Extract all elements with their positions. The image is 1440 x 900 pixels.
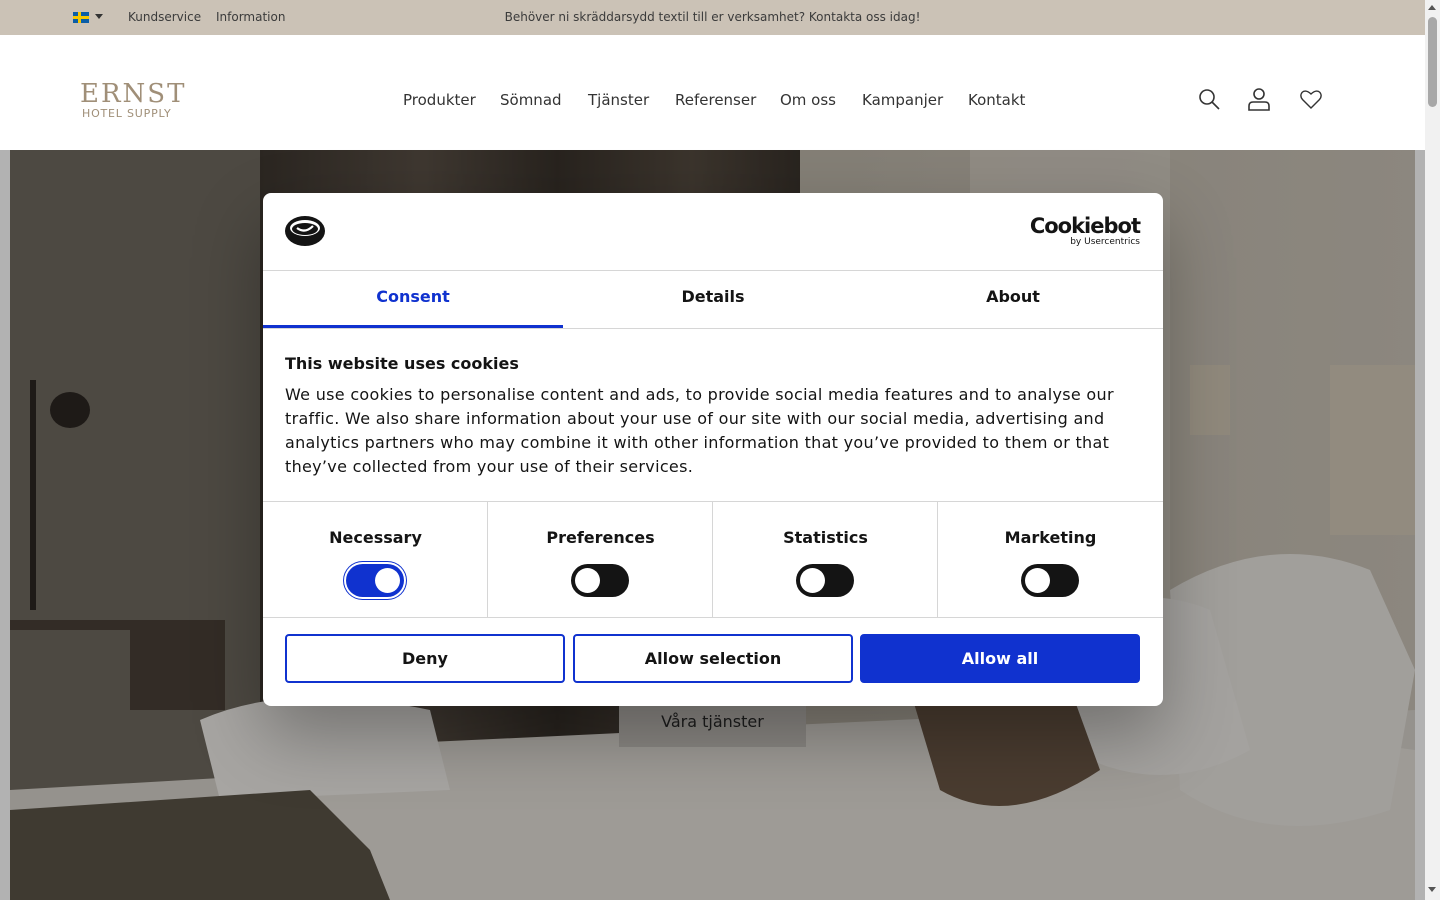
scroll-thumb[interactable] [1428, 17, 1437, 107]
toggle-label-marketing: Marketing [1004, 528, 1097, 547]
toggle-knob [1025, 568, 1050, 593]
toggle-necessary[interactable] [346, 564, 404, 597]
site-header: ERNST HOTEL SUPPLY Produkter Sömnad Tjän… [0, 35, 1425, 150]
tab-consent[interactable]: Consent [263, 271, 563, 328]
toggle-statistics[interactable] [796, 564, 854, 597]
nav-somnad[interactable]: Sömnad [500, 91, 562, 109]
cookiebot-logo: Cookiebot by Usercentrics [1029, 214, 1141, 247]
dialog-tabs: Consent Details About [263, 271, 1163, 329]
search-icon[interactable] [1197, 87, 1221, 111]
promo-text[interactable]: Behöver ni skräddarsydd textil till er v… [0, 10, 1425, 24]
dialog-title: This website uses cookies [285, 354, 519, 373]
dialog-description: We use cookies to personalise content an… [285, 385, 1114, 476]
toggle-knob [800, 568, 825, 593]
nav-kampanjer[interactable]: Kampanjer [862, 91, 943, 109]
allow-selection-button[interactable]: Allow selection [573, 634, 853, 683]
nav-om-oss[interactable]: Om oss [780, 91, 836, 109]
toggle-group-statistics: Statistics [713, 502, 938, 618]
wishlist-heart-icon[interactable] [1299, 87, 1323, 111]
cookiebot-brand: Cookiebot [1029, 214, 1141, 238]
scroll-down-arrow-icon[interactable] [1428, 887, 1436, 892]
toggle-knob [375, 568, 400, 593]
toggle-label-statistics: Statistics [783, 528, 868, 547]
toggle-label-preferences: Preferences [546, 528, 655, 547]
toggle-group-preferences: Preferences [488, 502, 713, 618]
scroll-up-arrow-icon[interactable] [1428, 5, 1436, 10]
toggle-knob [575, 568, 600, 593]
logo[interactable]: ERNST [80, 81, 186, 107]
logo-subtitle[interactable]: HOTEL SUPPLY [82, 107, 172, 120]
page-scrollbar[interactable] [1425, 0, 1440, 900]
cookie-consent-dialog: Cookiebot by Usercentrics Consent Detail… [263, 193, 1163, 706]
nav-kontakt[interactable]: Kontakt [968, 91, 1025, 109]
toggle-label-necessary: Necessary [329, 528, 422, 547]
toggle-group-marketing: Marketing [938, 502, 1163, 618]
cookiebot-mark-icon [285, 216, 325, 246]
nav-produkter[interactable]: Produkter [403, 91, 476, 109]
toggle-group-necessary: Necessary [263, 502, 488, 618]
tab-details[interactable]: Details [563, 271, 863, 328]
dialog-header: Cookiebot by Usercentrics [263, 193, 1163, 271]
cookiebot-brand-sub: by Usercentrics [1070, 237, 1140, 247]
toggle-preferences[interactable] [571, 564, 629, 597]
nav-tjanster[interactable]: Tjänster [588, 91, 649, 109]
tab-about[interactable]: About [863, 271, 1163, 328]
toggle-marketing[interactable] [1021, 564, 1079, 597]
consent-toggles: Necessary Preferences Statistics Marketi… [263, 501, 1163, 618]
account-icon[interactable] [1247, 87, 1271, 111]
nav-referenser[interactable]: Referenser [675, 91, 756, 109]
allow-all-button[interactable]: Allow all [860, 634, 1140, 683]
deny-button[interactable]: Deny [285, 634, 565, 683]
announcement-bar: Kundservice Information Behöver ni skräd… [0, 0, 1425, 35]
